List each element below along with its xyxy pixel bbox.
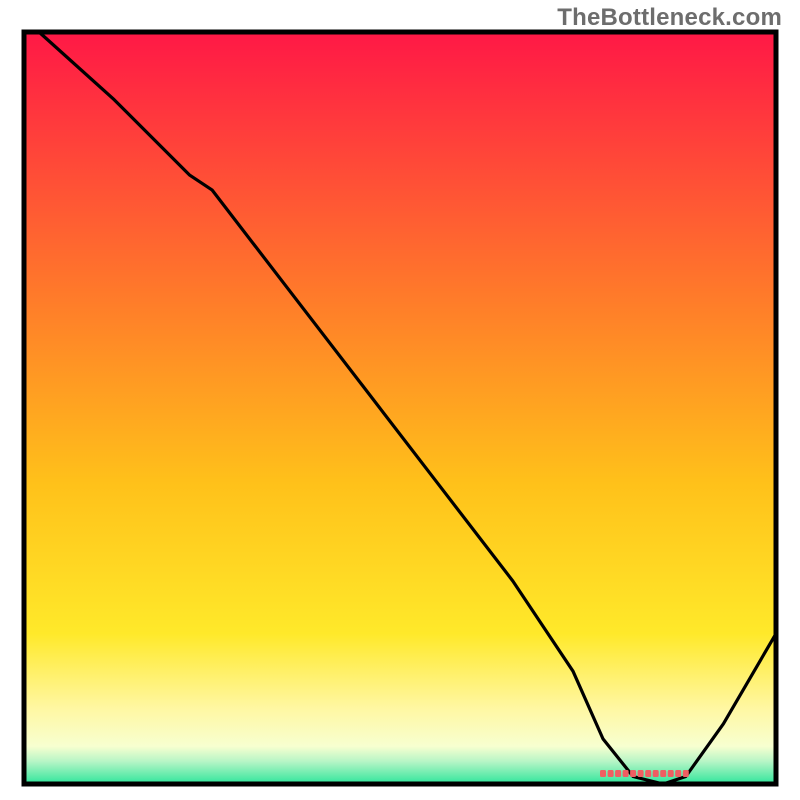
gradient-background [24, 32, 776, 784]
chart-stage: TheBottleneck.com [0, 0, 800, 800]
chart-svg [20, 28, 780, 788]
plot-area [20, 28, 780, 788]
